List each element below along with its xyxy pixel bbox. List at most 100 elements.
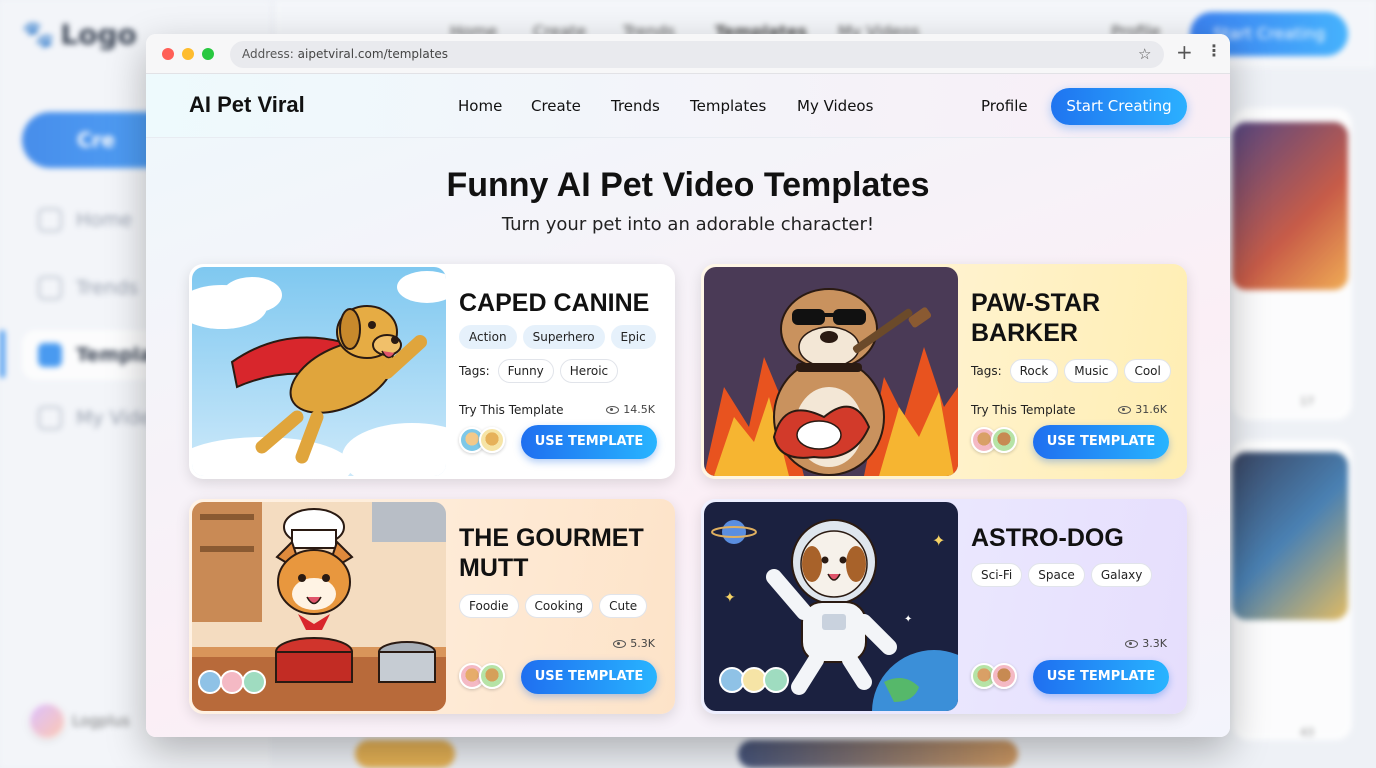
page-title: Funny AI Pet Video Templates [446, 166, 930, 204]
background-nav-home: Home [38, 208, 132, 232]
card-body: CAPED CANINE Action Superhero Epic Tags:… [459, 264, 675, 479]
nav-profile[interactable]: Profile [981, 97, 1028, 115]
category-chip[interactable]: Sci-Fi [971, 563, 1023, 587]
card-tags: Tags: Funny Heroic [459, 359, 619, 383]
background-card-image [1232, 452, 1348, 620]
astro-dog-image: ✦ ✦ ✦ [704, 502, 958, 711]
background-user-label: Logplus [72, 712, 130, 730]
star-icon[interactable]: ☆ [1138, 41, 1151, 68]
avatar [991, 427, 1017, 453]
page-subtitle: Turn your pet into an adorable character… [501, 214, 875, 235]
card-title: THE GOURMET MUTT [459, 524, 644, 582]
svg-text:✦: ✦ [932, 531, 945, 550]
background-nav-label: Home [76, 209, 133, 231]
tag-chip[interactable]: Rock [1009, 359, 1059, 383]
use-template-button[interactable]: USE TEMPLATE [521, 660, 657, 694]
tag-chip[interactable]: Music [1064, 359, 1119, 383]
category-chip[interactable]: Action [459, 325, 517, 349]
view-count: 14.5K [606, 403, 655, 416]
browser-toolbar: Address: aipetviral.com/templates ☆ + ⋮ [146, 34, 1230, 74]
background-count: 43 [1300, 726, 1314, 739]
user-avatars [971, 663, 1017, 689]
card-categories: Action Superhero Epic [459, 325, 656, 349]
category-chip[interactable]: Foodie [459, 594, 519, 618]
address-bar[interactable]: Address: aipetviral.com/templates [230, 41, 1164, 68]
card-title: PAW-STAR BARKER [971, 289, 1101, 347]
maximize-window-icon[interactable] [202, 48, 214, 60]
view-count: 31.6K [1118, 403, 1167, 416]
category-chip[interactable]: Superhero [522, 325, 605, 349]
home-icon [38, 208, 62, 232]
card-body: THE GOURMET MUTT Foodie Cooking Cute 5.3… [459, 499, 675, 714]
avatar [991, 663, 1017, 689]
svg-text:✦: ✦ [904, 614, 912, 625]
background-card-image [738, 740, 1018, 768]
kebab-icon[interactable]: ⋮ [1206, 41, 1222, 60]
eye-icon [606, 405, 620, 414]
eye-icon [1125, 639, 1139, 648]
site-header: AI Pet Viral Home Create Trends Template… [146, 74, 1230, 138]
category-chip[interactable]: Galaxy [1090, 563, 1153, 587]
tag-chip[interactable]: Cool [1124, 359, 1171, 383]
background-logo-text: Logo [60, 18, 137, 51]
browser-window: Address: aipetviral.com/templates ☆ + ⋮ … [146, 34, 1230, 737]
paw-star-barker-image [704, 267, 958, 476]
nav-create[interactable]: Create [531, 97, 581, 115]
templates-icon [38, 343, 62, 367]
background-card-image [1232, 122, 1348, 290]
avatar [479, 663, 505, 689]
view-count-value: 14.5K [623, 403, 655, 416]
background-count: 17 [1300, 395, 1314, 408]
nav-trends[interactable]: Trends [611, 97, 660, 115]
address-label: Address: [242, 47, 294, 61]
eye-icon [1118, 405, 1132, 414]
category-chip[interactable]: Epic [610, 325, 656, 349]
address-url: aipetviral.com/templates [297, 47, 449, 61]
try-template-label: Try This Template [459, 403, 564, 417]
nav-templates[interactable]: Templates [690, 97, 766, 115]
use-template-button[interactable]: USE TEMPLATE [1033, 425, 1169, 459]
site-brand[interactable]: AI Pet Viral [189, 92, 305, 118]
background-nav-trends: Trends [38, 276, 138, 300]
tags-label: Tags: [459, 364, 490, 378]
card-title: ASTRO-DOG [971, 524, 1124, 552]
card-categories: Sci-Fi Space Galaxy [971, 563, 1153, 587]
background-card-image [355, 740, 455, 768]
background-nav-my-videos: My Vide [38, 406, 151, 430]
card-categories: Foodie Cooking Cute [459, 594, 648, 618]
svg-text:✦: ✦ [724, 590, 736, 606]
category-chip[interactable]: Cooking [524, 594, 594, 618]
tag-chip[interactable]: Heroic [559, 359, 619, 383]
template-card-caped-canine[interactable]: CAPED CANINE Action Superhero Epic Tags:… [189, 264, 675, 479]
user-avatars [459, 663, 505, 689]
nav-my-videos[interactable]: My Videos [797, 97, 873, 115]
user-icon [38, 406, 62, 430]
view-count-value: 31.6K [1135, 403, 1167, 416]
close-window-icon[interactable] [162, 48, 174, 60]
card-tags: Tags: Rock Music Cool [971, 359, 1171, 383]
minimize-window-icon[interactable] [182, 48, 194, 60]
use-template-button[interactable]: USE TEMPLATE [521, 425, 657, 459]
template-card-paw-star-barker[interactable]: PAW-STAR BARKER Tags: Rock Music Cool Tr… [701, 264, 1187, 479]
background-user: Logplus [28, 702, 130, 740]
category-chip[interactable]: Cute [599, 594, 648, 618]
background-nav-label: Trends [76, 277, 138, 299]
template-card-astro-dog[interactable]: ✦ ✦ ✦ ASTRO-DOG Sci-Fi Space Galaxy 3.3K… [701, 499, 1187, 714]
user-avatars [459, 427, 505, 453]
start-creating-button[interactable]: Start Creating [1051, 88, 1187, 125]
caped-canine-image [192, 267, 446, 476]
template-card-gourmet-mutt[interactable]: THE GOURMET MUTT Foodie Cooking Cute 5.3… [189, 499, 675, 714]
try-template-label: Try This Template [971, 403, 1076, 417]
card-body: PAW-STAR BARKER Tags: Rock Music Cool Tr… [971, 264, 1187, 479]
user-avatars [971, 427, 1017, 453]
tag-chip[interactable]: Funny [497, 359, 554, 383]
avatar [479, 427, 505, 453]
nav-home[interactable]: Home [458, 97, 502, 115]
view-count: 3.3K [1125, 637, 1167, 650]
background-create-label: Cre [77, 128, 116, 152]
plus-icon[interactable]: + [1176, 40, 1193, 64]
category-chip[interactable]: Space [1028, 563, 1085, 587]
trends-icon [38, 276, 62, 300]
card-body: ASTRO-DOG Sci-Fi Space Galaxy 3.3K USE T… [971, 499, 1187, 714]
use-template-button[interactable]: USE TEMPLATE [1033, 660, 1169, 694]
